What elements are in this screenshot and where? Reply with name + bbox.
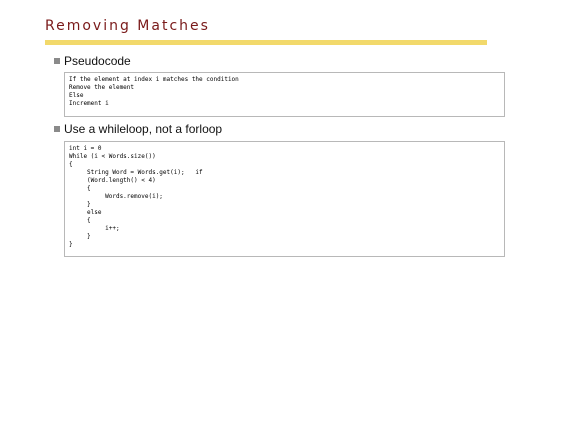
- code-line: }: [69, 241, 73, 248]
- code-line: If the element at index i matches the co…: [69, 76, 239, 83]
- bullet-icon: [54, 58, 60, 64]
- code-line: Else: [69, 92, 84, 99]
- code-line: {: [69, 185, 91, 192]
- code-line: {: [69, 161, 73, 168]
- code-line: }: [69, 233, 91, 240]
- code-line: else: [69, 209, 102, 216]
- code-line: Words.remove(i);: [69, 193, 163, 200]
- title-underline: [45, 40, 487, 45]
- code-line: String Word = Words.get(i); if: [69, 169, 203, 176]
- code-line: }: [69, 201, 91, 208]
- bullet-label-pseudocode: Pseudocode: [64, 54, 131, 68]
- code-line: {: [69, 217, 91, 224]
- bullet-icon: [54, 126, 60, 132]
- code-line: Remove the element: [69, 84, 135, 91]
- code-line: (Word.length() < 4): [69, 177, 156, 184]
- pseudocode-box: If the element at index i matches the co…: [64, 72, 505, 117]
- code-line: While (i < Words.size()): [69, 153, 156, 160]
- slide-title: Removing Matches: [45, 18, 210, 34]
- code-example-box: int i = 0 While (i < Words.size()) { Str…: [64, 141, 505, 257]
- code-line: Increment i: [69, 100, 109, 107]
- code-line: int i = 0: [69, 145, 102, 152]
- bullet-label-whileloop: Use a whileloop, not a forloop: [64, 122, 223, 136]
- code-line: i++;: [69, 225, 120, 232]
